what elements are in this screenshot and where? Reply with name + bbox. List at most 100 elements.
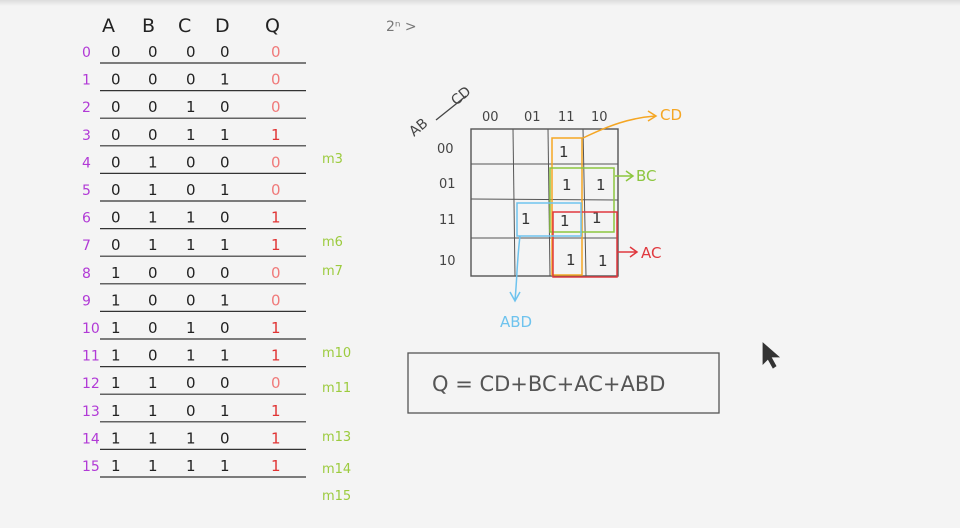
top-note: 2ⁿ > bbox=[386, 19, 417, 35]
cell-a: 1 bbox=[111, 429, 121, 447]
truth-table-row: 3 0 0 1 1 1 bbox=[82, 126, 306, 147]
equation-box: Q = CD+BC+AC+ABD bbox=[407, 352, 720, 414]
row-index: 0 bbox=[82, 45, 91, 61]
minterm-label: m7 bbox=[322, 264, 343, 279]
cell-c: 1 bbox=[186, 429, 196, 447]
cell-d: 0 bbox=[220, 264, 230, 282]
cell-d: 1 bbox=[220, 181, 230, 199]
cell-a: 0 bbox=[111, 126, 121, 144]
cell-b: 0 bbox=[148, 347, 158, 365]
cell-a: 0 bbox=[111, 209, 121, 227]
cell-c: 0 bbox=[186, 291, 196, 309]
cell-b: 0 bbox=[148, 98, 158, 116]
row-index: 15 bbox=[82, 459, 100, 475]
cell-d: 0 bbox=[220, 43, 230, 61]
cell-b: 1 bbox=[148, 181, 158, 199]
cell-d: 1 bbox=[220, 402, 230, 420]
cell-c: 0 bbox=[186, 181, 196, 199]
cell-b: 1 bbox=[148, 429, 158, 447]
kmap-corner-cd: CD bbox=[448, 84, 474, 109]
cell-a: 0 bbox=[111, 153, 121, 171]
cell-q: 1 bbox=[271, 209, 281, 227]
cell-d: 0 bbox=[220, 319, 230, 337]
kmap-one-m11: 1 bbox=[566, 251, 576, 269]
cell-q: 0 bbox=[271, 71, 281, 89]
cell-q: 0 bbox=[271, 43, 281, 61]
truth-table-row: 4 0 1 0 0 0 bbox=[82, 153, 306, 174]
row-index: 9 bbox=[82, 293, 91, 309]
cell-c: 1 bbox=[186, 457, 196, 475]
cell-q: 0 bbox=[271, 98, 281, 116]
cell-c: 0 bbox=[186, 374, 196, 392]
cell-q: 1 bbox=[271, 126, 281, 144]
row-index: 14 bbox=[82, 431, 100, 447]
kmap-corner-label: AB CD bbox=[406, 84, 474, 140]
row-index: 7 bbox=[82, 238, 91, 254]
minterm-label: m3 bbox=[322, 152, 343, 167]
truth-table-row: 0 0 0 0 0 0 bbox=[82, 43, 306, 64]
cell-q: 1 bbox=[271, 457, 281, 475]
cell-d: 0 bbox=[220, 429, 230, 447]
kmap-one-m7: 1 bbox=[562, 176, 572, 194]
cell-a: 0 bbox=[111, 181, 121, 199]
cell-b: 0 bbox=[148, 264, 158, 282]
truth-table-row: 9 1 0 0 1 0 bbox=[82, 291, 306, 312]
row-index: 6 bbox=[82, 211, 91, 227]
cell-c: 1 bbox=[186, 236, 196, 254]
row-index: 5 bbox=[82, 183, 91, 199]
cell-b: 1 bbox=[148, 402, 158, 420]
cell-d: 0 bbox=[220, 374, 230, 392]
kmap-vline-3 bbox=[582, 128, 587, 277]
cell-q: 1 bbox=[271, 429, 281, 447]
kmap-col-01: 01 bbox=[524, 110, 541, 125]
cell-q: 0 bbox=[271, 291, 281, 309]
row-index: 12 bbox=[82, 376, 100, 392]
cell-a: 1 bbox=[111, 457, 121, 475]
cell-d: 1 bbox=[220, 236, 230, 254]
header-d: D bbox=[215, 15, 230, 37]
group-label-cd: CD bbox=[660, 106, 682, 124]
row-index: 2 bbox=[82, 100, 91, 116]
minterm-labels: m3 m6 m7 m10 m11 m13 m14 m15 bbox=[322, 152, 351, 504]
cell-q: 1 bbox=[271, 347, 281, 365]
karnaugh-map: AB CD 00 01 11 10 00 01 11 10 1 1 1 1 1 … bbox=[406, 84, 682, 331]
header-c: C bbox=[178, 15, 191, 37]
truth-table-row: 12 1 1 0 0 0 bbox=[82, 374, 306, 395]
kmap-row-11: 11 bbox=[439, 213, 456, 228]
cell-d: 0 bbox=[220, 209, 230, 227]
cell-b: 1 bbox=[148, 209, 158, 227]
cell-b: 0 bbox=[148, 291, 158, 309]
truth-table: A B C D Q 0 0 0 0 0 01 0 0 0 1 02 0 0 1 0 03 0 0 1 1 14 0 1 0 0 0… bbox=[82, 15, 351, 504]
cell-d: 1 bbox=[220, 126, 230, 144]
kmap-row-01: 01 bbox=[439, 177, 456, 192]
truth-table-row: 8 1 0 0 0 0 bbox=[82, 264, 306, 285]
cell-c: 1 bbox=[186, 98, 196, 116]
cell-b: 1 bbox=[148, 457, 158, 475]
group-label-abd: ABD bbox=[500, 313, 532, 331]
kmap-row-10: 10 bbox=[439, 254, 456, 269]
whiteboard-canvas[interactable]: A B C D Q 0 0 0 0 0 01 0 0 0 1 02 0 0 1 0 03 0 0 1 1 14 0 1 0 0 0… bbox=[0, 0, 960, 528]
kmap-row-labels: 00 01 11 10 bbox=[437, 142, 456, 269]
truth-table-row: 7 0 1 1 1 1 bbox=[82, 236, 306, 257]
truth-table-row: 13 1 1 0 1 1 bbox=[82, 402, 306, 423]
truth-table-row: 5 0 1 0 1 0 bbox=[82, 181, 306, 202]
kmap-one-m13: 1 bbox=[521, 210, 531, 228]
cell-a: 1 bbox=[111, 291, 121, 309]
cell-q: 1 bbox=[271, 319, 281, 337]
header-q: Q bbox=[265, 15, 280, 37]
row-index: 11 bbox=[82, 349, 100, 365]
minterm-label: m10 bbox=[322, 346, 351, 361]
cell-c: 1 bbox=[186, 126, 196, 144]
truth-table-row: 6 0 1 1 0 1 bbox=[82, 209, 306, 230]
cell-a: 1 bbox=[111, 347, 121, 365]
kmap-one-m15: 1 bbox=[560, 212, 570, 230]
cell-b: 1 bbox=[148, 374, 158, 392]
kmap-one-m3: 1 bbox=[559, 143, 569, 161]
row-index: 8 bbox=[82, 266, 91, 282]
kmap-col-00: 00 bbox=[482, 110, 499, 125]
truth-table-row: 15 1 1 1 1 1 bbox=[82, 457, 306, 478]
truth-table-rows: 0 0 0 0 0 01 0 0 0 1 02 0 0 1 0 03 0 0 1 1 14 0 1 0 0 05 0 1 0 1 06 0 1 1… bbox=[82, 43, 306, 478]
cell-c: 1 bbox=[186, 209, 196, 227]
header-b: B bbox=[142, 15, 155, 37]
cell-b: 0 bbox=[148, 43, 158, 61]
